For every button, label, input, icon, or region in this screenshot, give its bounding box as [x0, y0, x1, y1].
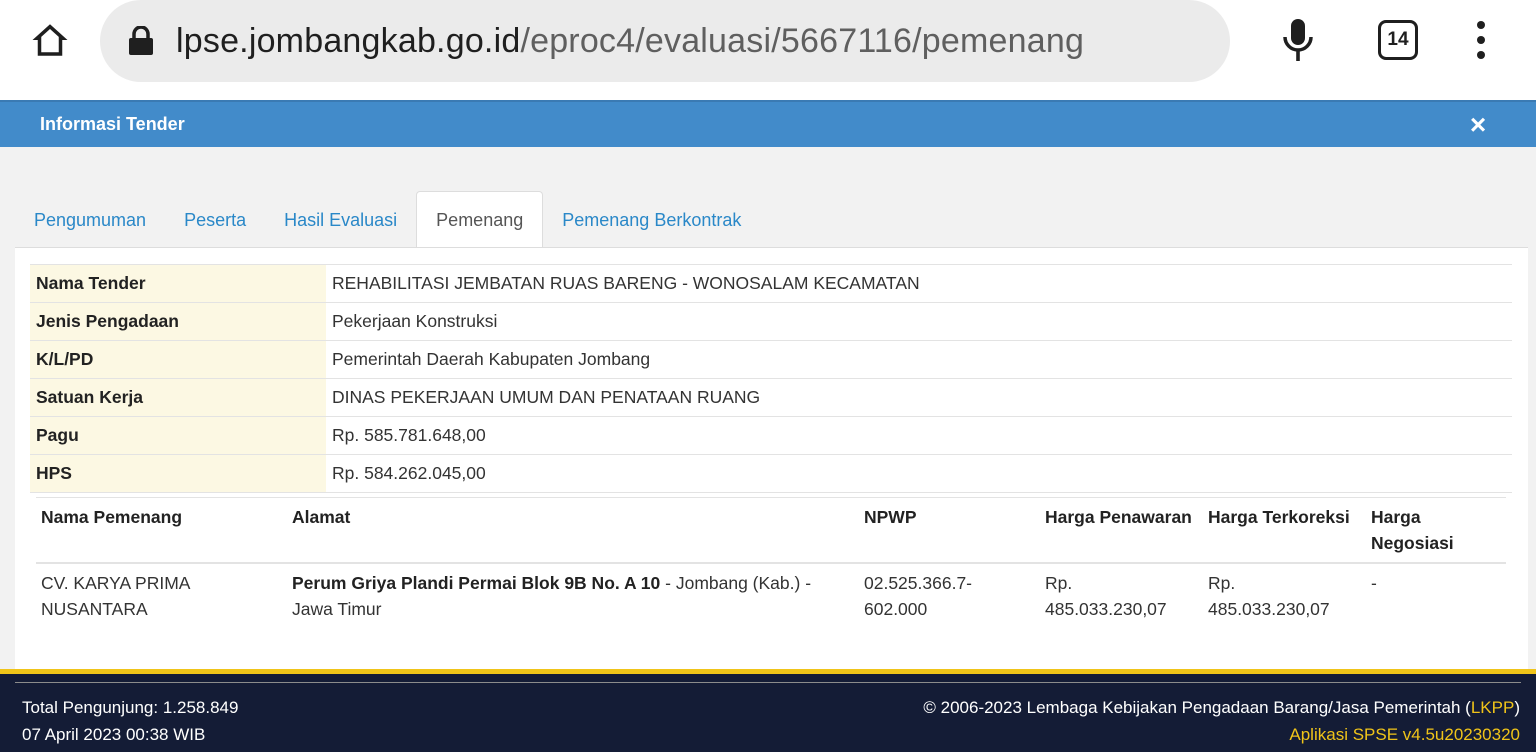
footer-divider	[15, 682, 1521, 683]
info-label: Nama Tender	[30, 264, 326, 303]
lkpp-link[interactable]: LKPP	[1471, 698, 1514, 717]
address-bar[interactable]: lpse.jombangkab.go.id/eproc4/evaluasi/56…	[100, 0, 1230, 82]
info-label: HPS	[30, 454, 326, 493]
copyright-suffix: )	[1514, 698, 1520, 717]
winner-table: Nama Pemenang Alamat NPWP Harga Penawara…	[36, 497, 1506, 628]
modal-header: Informasi Tender ×	[0, 100, 1536, 147]
tab-pemenang-berkontrak[interactable]: Pemenang Berkontrak	[543, 192, 760, 248]
tab-peserta[interactable]: Peserta	[165, 192, 265, 248]
column-header-alamat: Alamat	[287, 497, 859, 564]
tab-hasil-evaluasi[interactable]: Hasil Evaluasi	[265, 192, 416, 248]
browser-toolbar: lpse.jombangkab.go.id/eproc4/evaluasi/56…	[0, 0, 1536, 100]
voice-search-button[interactable]	[1278, 16, 1318, 64]
column-header-harga-penawaran: Harga Penawaran	[1040, 497, 1203, 564]
info-label: Jenis Pengadaan	[30, 302, 326, 341]
info-value: Rp. 584.262.045,00	[326, 454, 1512, 493]
column-header-npwp: NPWP	[859, 497, 1040, 564]
copyright-prefix: © 2006-2023 Lembaga Kebijakan Pengadaan …	[923, 698, 1471, 717]
more-vertical-icon[interactable]	[1466, 16, 1496, 64]
winner-harga-terkoreksi: Rp. 485.033.230,07	[1208, 573, 1330, 619]
tab-count: 14	[1387, 29, 1409, 50]
winner-harga-negosiasi: -	[1371, 573, 1377, 593]
column-header-harga-negosiasi: Harga Negosiasi	[1366, 497, 1506, 564]
modal-title: Informasi Tender	[40, 114, 185, 134]
info-value: Pemerintah Daerah Kabupaten Jombang	[326, 340, 1512, 379]
app-version: Aplikasi SPSE v4.5u20230320	[1289, 725, 1520, 744]
info-value: Pekerjaan Konstruksi	[326, 302, 1512, 341]
microphone-icon	[1283, 19, 1313, 61]
url-domain: lpse.jombangkab.go.id	[176, 21, 521, 60]
tab-switcher-button[interactable]: 14	[1378, 20, 1418, 60]
tab-pengumuman[interactable]: Pengumuman	[15, 192, 165, 248]
winner-npwp: 02.525.366.7-602.000	[864, 573, 973, 619]
tab-pemenang[interactable]: Pemenang	[416, 191, 544, 249]
url-path: /eproc4/evaluasi/5667116/pemenang	[520, 21, 1085, 60]
footer-datetime: 07 April 2023 00:38 WIB	[22, 725, 206, 744]
tender-tabs: Pengumuman Peserta Hasil Evaluasi Pemena…	[15, 190, 760, 249]
visitor-count: Total Pengunjung: 1.258.849	[22, 698, 239, 717]
close-icon[interactable]: ×	[1466, 111, 1490, 139]
footer-left: Total Pengunjung: 1.258.849 07 April 202…	[22, 694, 238, 748]
page-footer: Total Pengunjung: 1.258.849 07 April 202…	[0, 669, 1536, 752]
winner-harga-penawaran: Rp. 485.033.230,07	[1045, 573, 1167, 619]
info-label: Satuan Kerja	[30, 378, 326, 417]
info-value: REHABILITASI JEMBATAN RUAS BARENG - WONO…	[326, 264, 1512, 303]
column-header-harga-terkoreksi: Harga Terkoreksi	[1203, 497, 1366, 564]
winner-address: Perum Griya Plandi Permai Blok 9B No. A …	[287, 563, 859, 628]
footer-right: © 2006-2023 Lembaga Kebijakan Pengadaan …	[923, 694, 1520, 748]
copyright-text: © 2006-2023 Lembaga Kebijakan Pengadaan …	[923, 694, 1520, 721]
url-text: lpse.jombangkab.go.id/eproc4/evaluasi/56…	[176, 22, 1084, 61]
table-row: Nama Tender REHABILITASI JEMBATAN RUAS B…	[30, 264, 1512, 303]
info-value: DINAS PEKERJAAN UMUM DAN PENATAAN RUANG	[326, 378, 1512, 417]
tab-content-panel: Nama Tender REHABILITASI JEMBATAN RUAS B…	[15, 247, 1528, 671]
table-header-row: Nama Pemenang Alamat NPWP Harga Penawara…	[36, 497, 1506, 564]
table-row: Pagu Rp. 585.781.648,00	[30, 416, 1512, 455]
info-label: K/L/PD	[30, 340, 326, 379]
table-row: CV. KARYA PRIMA NUSANTARA Perum Griya Pl…	[36, 563, 1506, 628]
lock-icon	[128, 25, 156, 57]
home-icon	[32, 24, 68, 56]
table-row: K/L/PD Pemerintah Daerah Kabupaten Jomba…	[30, 340, 1512, 379]
table-row: Jenis Pengadaan Pekerjaan Konstruksi	[30, 302, 1512, 341]
info-label: Pagu	[30, 416, 326, 455]
info-value: Rp. 585.781.648,00	[326, 416, 1512, 455]
table-row: Satuan Kerja DINAS PEKERJAAN UMUM DAN PE…	[30, 378, 1512, 417]
table-row: HPS Rp. 584.262.045,00	[30, 454, 1512, 493]
home-button[interactable]	[26, 16, 74, 64]
tender-info-table: Nama Tender REHABILITASI JEMBATAN RUAS B…	[30, 264, 1512, 493]
winner-name: CV. KARYA PRIMA NUSANTARA	[41, 573, 190, 619]
winner-address-street: Perum Griya Plandi Permai Blok 9B No. A …	[292, 573, 661, 593]
column-header-nama-pemenang: Nama Pemenang	[36, 497, 287, 564]
